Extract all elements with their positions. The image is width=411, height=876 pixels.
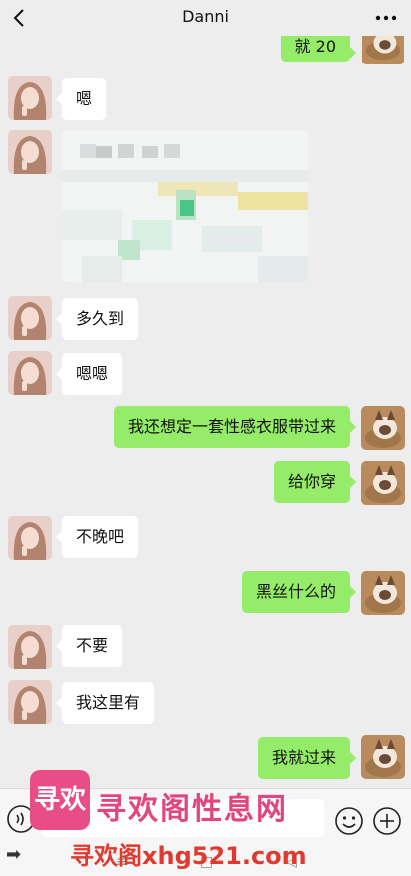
chat-title: Danni <box>182 7 229 26</box>
my-avatar[interactable] <box>361 571 405 615</box>
contact-avatar[interactable] <box>8 351 52 395</box>
more-dots-icon[interactable] <box>373 5 399 31</box>
contact-avatar[interactable] <box>8 296 52 340</box>
navigation-bar: Danni <box>0 0 411 36</box>
outgoing-message[interactable]: 给你穿 <box>273 461 357 503</box>
incoming-message[interactable]: 不要 <box>55 625 123 667</box>
outgoing-message[interactable]: 我还想定一套性感衣服带过来 <box>113 406 357 448</box>
incoming-message[interactable]: 不晚吧 <box>55 516 139 558</box>
chat-area: 就 20 嗯 多久到 嗯嗯 我还想定一套性感衣服带过来 给你穿 不晚吧 黑丝什么… <box>0 0 411 788</box>
contact-avatar[interactable] <box>8 680 52 724</box>
image-message[interactable] <box>62 130 308 282</box>
watermark-url: 寻欢阁xhg521.com <box>70 842 307 870</box>
incoming-message[interactable]: 嗯嗯 <box>55 353 123 395</box>
contact-avatar[interactable] <box>8 625 52 669</box>
contact-avatar[interactable] <box>8 76 52 120</box>
contact-avatar[interactable] <box>8 516 52 560</box>
watermark-title: 寻欢阁性息网 <box>96 792 288 827</box>
contact-avatar[interactable] <box>8 130 52 174</box>
incoming-message[interactable]: 多久到 <box>55 298 139 340</box>
my-avatar[interactable] <box>361 406 405 450</box>
incoming-message[interactable]: 我这里有 <box>55 682 155 724</box>
outgoing-message[interactable]: 就 20 <box>280 32 357 62</box>
outgoing-message[interactable]: 黑丝什么的 <box>241 571 357 613</box>
plus-icon[interactable] <box>372 806 402 836</box>
watermark: 寻欢 寻欢阁性息网 ➡ 寻欢阁xhg521.com <box>6 770 370 876</box>
watermark-logo: 寻欢 <box>30 770 90 830</box>
incoming-message[interactable]: 嗯 <box>55 78 107 120</box>
my-avatar[interactable] <box>361 461 405 505</box>
arrow-icon: ➡ <box>6 844 22 865</box>
